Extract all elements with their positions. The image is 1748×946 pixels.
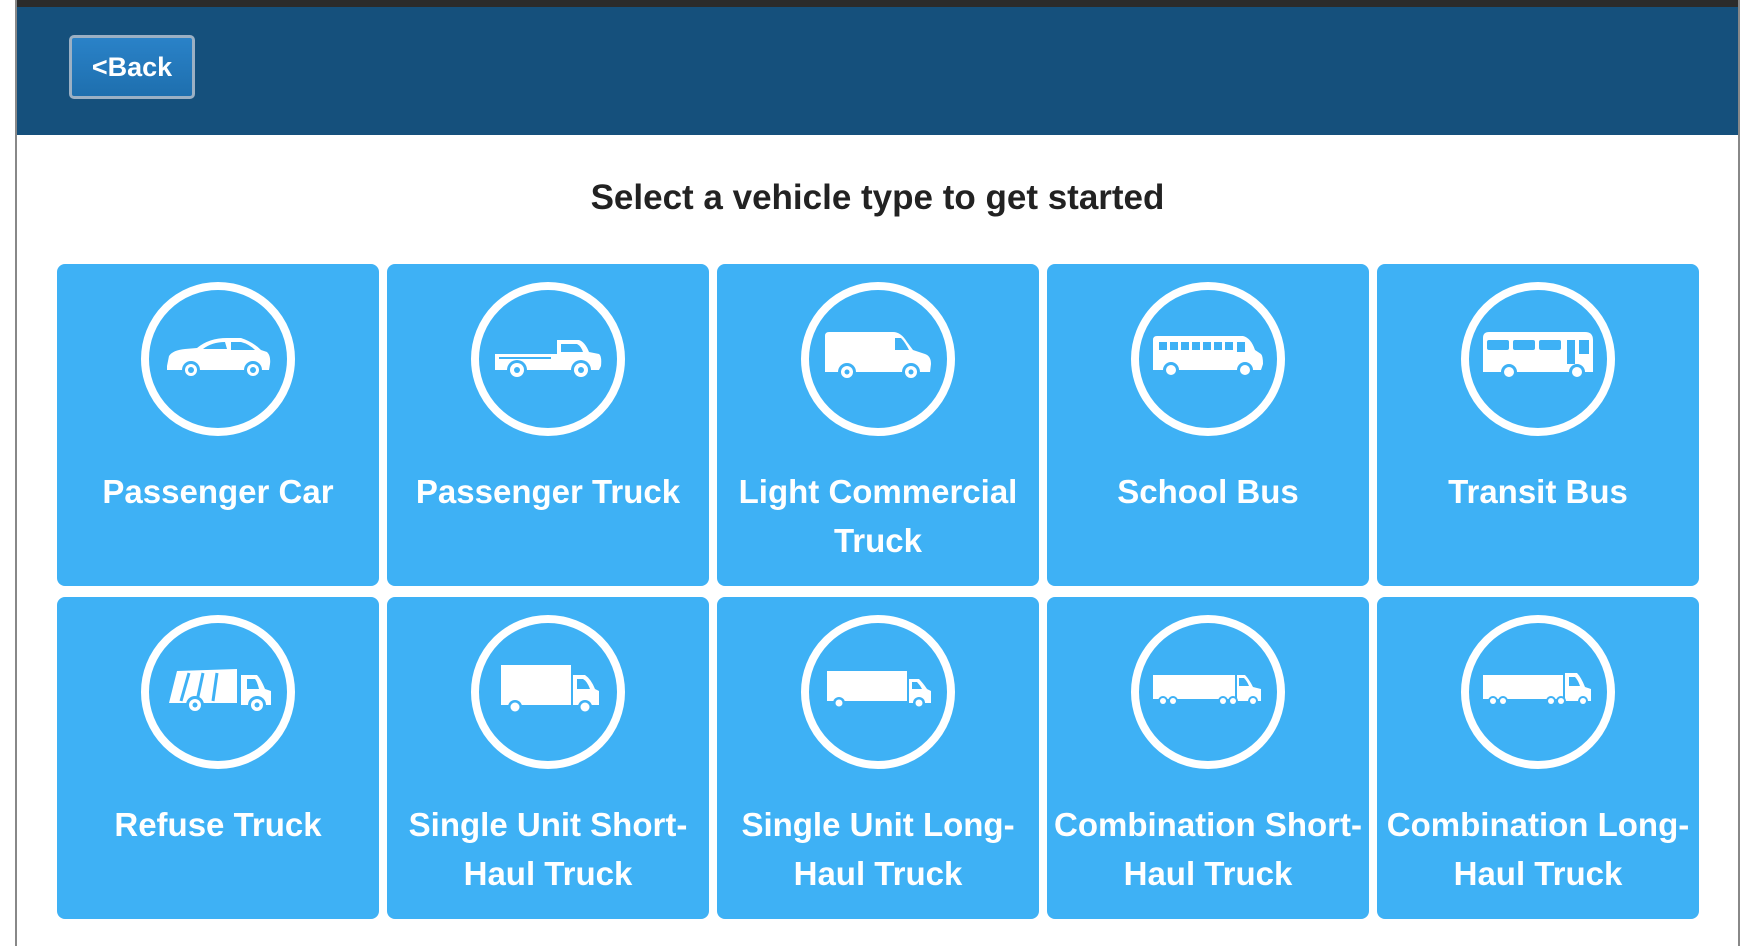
vehicle-label: Refuse Truck bbox=[114, 806, 322, 843]
semi-truck-long-icon bbox=[1461, 615, 1615, 769]
vehicle-label: Passenger Truck bbox=[415, 473, 681, 510]
box-truck-icon bbox=[471, 615, 625, 769]
vehicle-label: Combination Long-Haul Truck bbox=[1386, 806, 1690, 892]
vehicle-tile-transit-bus[interactable]: Transit Bus bbox=[1377, 264, 1699, 586]
vehicle-label: Light Commercial Truck bbox=[738, 473, 1018, 559]
vehicle-tile-single-unit-short-haul-truck[interactable]: Single Unit Short-Haul Truck bbox=[387, 597, 709, 919]
school-bus-icon bbox=[1131, 282, 1285, 436]
vehicle-label: Combination Short-Haul Truck bbox=[1054, 806, 1362, 892]
vehicle-label: Transit Bus bbox=[1448, 473, 1628, 510]
van-icon bbox=[801, 282, 955, 436]
vehicle-tile-school-bus[interactable]: School Bus bbox=[1047, 264, 1369, 586]
vehicle-tile-passenger-car[interactable]: Passenger Car bbox=[57, 264, 379, 586]
back-button[interactable]: <Back bbox=[69, 35, 195, 99]
vehicle-tile-combination-short-haul-truck[interactable]: Combination Short-Haul Truck bbox=[1047, 597, 1369, 919]
car-icon bbox=[141, 282, 295, 436]
transit-bus-icon bbox=[1461, 282, 1615, 436]
vehicle-tile-light-commercial-truck[interactable]: Light Commercial Truck bbox=[717, 264, 1039, 586]
window-top-edge bbox=[0, 0, 1748, 7]
vehicle-label: Passenger Car bbox=[102, 473, 334, 510]
vehicle-label: Single Unit Short-Haul Truck bbox=[408, 806, 688, 892]
window-left-edge bbox=[0, 0, 17, 946]
vehicle-tile-refuse-truck[interactable]: Refuse Truck bbox=[57, 597, 379, 919]
page-title: Select a vehicle type to get started bbox=[590, 178, 1165, 217]
window-right-edge bbox=[1738, 0, 1748, 946]
vehicle-tile-passenger-truck[interactable]: Passenger Truck bbox=[387, 264, 709, 586]
app-window: <Back Select a vehicle type to get start… bbox=[0, 0, 1748, 946]
pickup-truck-icon bbox=[471, 282, 625, 436]
semi-truck-icon bbox=[1131, 615, 1285, 769]
box-truck-long-icon bbox=[801, 615, 955, 769]
vehicle-label: Single Unit Long-Haul Truck bbox=[741, 806, 1015, 892]
vehicle-label: School Bus bbox=[1117, 473, 1299, 510]
header-bar: <Back bbox=[17, 7, 1738, 135]
vehicle-tile-single-unit-long-haul-truck[interactable]: Single Unit Long-Haul Truck bbox=[717, 597, 1039, 919]
vehicle-tile-combination-long-haul-truck[interactable]: Combination Long-Haul Truck bbox=[1377, 597, 1699, 919]
vehicle-grid: Passenger Car Passenger Truck Light Comm… bbox=[57, 264, 1701, 919]
refuse-truck-icon bbox=[141, 615, 295, 769]
